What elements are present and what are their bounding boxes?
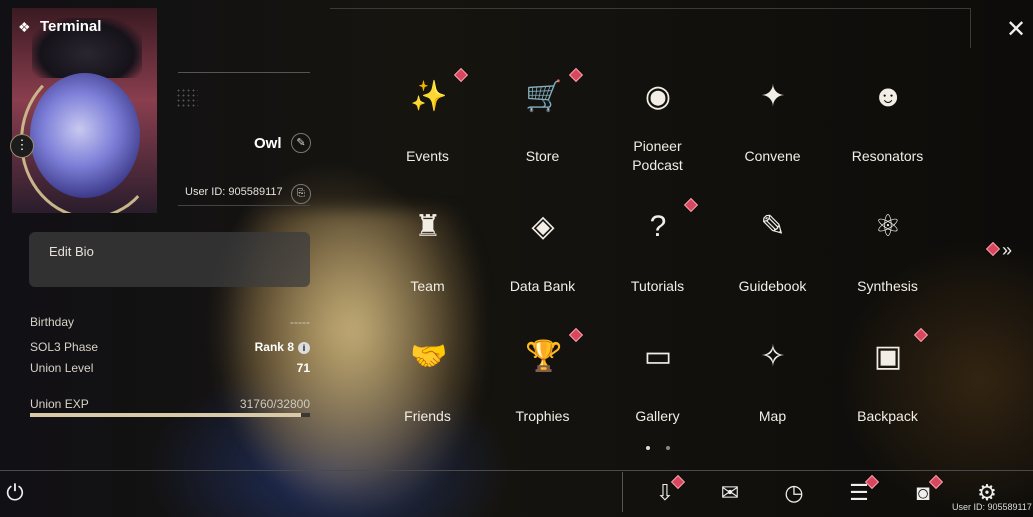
info-icon[interactable]: i	[298, 341, 310, 354]
menu-tile-label: Convene	[744, 148, 801, 164]
menu-tile-label: Store	[525, 148, 560, 164]
avatar-menu-button[interactable]: ⋮	[10, 134, 34, 158]
menu-tile-label: Tutorials	[630, 278, 685, 294]
exp-progress-bar	[30, 413, 310, 417]
avatar[interactable]	[12, 8, 157, 213]
menu-tile-label: Trophies	[515, 408, 570, 424]
menu-tile-store[interactable]: 🛒 Store	[485, 65, 600, 190]
menu-tile-label: Events	[406, 148, 449, 164]
divider	[178, 205, 310, 206]
menu-tile-events[interactable]: ✨ Events	[370, 65, 485, 190]
handshake-icon: 🤝	[410, 340, 448, 373]
chevron-right-icon: »	[1002, 240, 1013, 260]
divider	[622, 472, 623, 512]
podcast-icon: ◉	[644, 80, 672, 113]
edit-name-icon[interactable]: ✎	[291, 133, 311, 153]
events-icon: ✨	[410, 80, 448, 113]
menu-tile-trophies[interactable]: 🏆 Trophies	[485, 325, 600, 450]
menu-tile-label: Pioneer Podcast	[632, 138, 683, 173]
tutorials-icon: ?	[649, 210, 667, 243]
menu-tile-label: Synthesis	[857, 278, 918, 294]
bottom-user-id: User ID: 905589117	[952, 502, 1032, 512]
stat-union-exp: Union EXP 31760/32800	[30, 397, 310, 411]
edit-bio-label: Edit Bio	[49, 244, 94, 259]
notes-button[interactable]: ☰	[845, 474, 880, 507]
menu-tile-label: Map	[758, 408, 787, 424]
clock-button[interactable]: ◷	[780, 479, 808, 507]
menu-tile-synthesis[interactable]: ⚛ Synthesis	[830, 195, 945, 320]
divider	[178, 72, 310, 73]
gallery-icon: ▭	[643, 340, 673, 373]
camera-icon: ◙	[916, 480, 930, 505]
clock-icon: ◷	[784, 480, 804, 505]
convene-icon: ✦	[760, 80, 786, 113]
synthesis-icon: ⚛	[874, 210, 902, 243]
download-icon: ⇩	[655, 480, 675, 505]
menu-tile-friends[interactable]: 🤝 Friends	[370, 325, 485, 450]
menu-tile-data-bank[interactable]: ◈ Data Bank	[485, 195, 600, 320]
menu-tile-label: Gallery	[635, 408, 680, 424]
menu-tile-pioneer-podcast[interactable]: ◉ Pioneer Podcast	[600, 65, 715, 190]
menu-tile-map[interactable]: ✧ Map	[715, 325, 830, 450]
mail-icon: ✉	[720, 480, 740, 505]
decorative-dots	[176, 88, 198, 108]
stat-birthday: Birthday -----	[30, 315, 310, 329]
edit-bio-button[interactable]: Edit Bio	[29, 232, 310, 287]
stat-sol3-phase: SOL3 Phase Rank 8i	[30, 340, 310, 356]
menu-tile-label: Team	[410, 278, 445, 294]
guidebook-icon: ✎	[760, 210, 786, 243]
data-bank-icon: ◈	[531, 210, 555, 243]
notification-badge	[913, 327, 929, 343]
profile-panel: ❖ Terminal ⋮ Owl ✎ User ID: 905589117 ⎘ …	[0, 0, 330, 470]
frame-right-line	[970, 8, 971, 48]
menu-tile-label: Resonators	[851, 148, 924, 164]
page-dot[interactable]	[646, 446, 650, 450]
page-dot[interactable]	[666, 446, 670, 450]
frame-top-line	[330, 8, 970, 9]
notification-badge	[568, 327, 584, 343]
menu-tile-convene[interactable]: ✦ Convene	[715, 65, 830, 190]
menu-tile-backpack[interactable]: ▣ Backpack	[830, 325, 945, 450]
menu-tile-label: Friends	[404, 408, 451, 424]
notification-badge	[568, 67, 584, 83]
power-button[interactable]: ⏻	[2, 480, 28, 506]
close-button[interactable]: ✕	[1006, 18, 1026, 42]
trophy-icon: 🏆	[525, 340, 563, 373]
notification-badge	[985, 241, 1001, 257]
compass-icon: ✧	[760, 340, 786, 373]
menu-tile-resonators[interactable]: ☻ Resonators	[830, 65, 945, 190]
window-title: Terminal	[40, 18, 102, 35]
player-name: Owl	[254, 135, 282, 152]
resonators-icon: ☻	[872, 80, 904, 113]
notification-badge	[453, 67, 469, 83]
download-button[interactable]: ⇩	[651, 474, 686, 507]
backpack-icon: ▣	[873, 340, 903, 373]
menu-tile-tutorials[interactable]: ? Tutorials	[600, 195, 715, 320]
menu-tile-gallery[interactable]: ▭ Gallery	[600, 325, 715, 450]
menu-tile-team[interactable]: ♜ Team	[370, 195, 485, 320]
menu-tile-label: Guidebook	[738, 278, 807, 294]
menu-tile-label: Data Bank	[509, 278, 576, 294]
next-page-button[interactable]: »	[985, 240, 1013, 261]
copy-id-icon[interactable]: ⎘	[291, 184, 311, 204]
user-id: User ID: 905589117	[185, 186, 283, 198]
bottom-divider	[0, 470, 1033, 471]
cart-icon: 🛒	[525, 80, 563, 113]
window-header: ❖ Terminal	[18, 18, 101, 35]
stat-union-level: Union Level 71	[30, 361, 310, 375]
menu-tile-guidebook[interactable]: ✎ Guidebook	[715, 195, 830, 320]
page-indicator	[646, 437, 686, 455]
team-icon: ♜	[414, 210, 442, 243]
terminal-icon: ❖	[18, 18, 31, 35]
notification-badge	[683, 197, 699, 213]
exp-progress-fill	[30, 413, 302, 417]
mail-button[interactable]: ✉	[716, 479, 744, 507]
camera-button[interactable]: ◙	[909, 474, 944, 507]
menu-tile-label: Backpack	[857, 408, 918, 424]
